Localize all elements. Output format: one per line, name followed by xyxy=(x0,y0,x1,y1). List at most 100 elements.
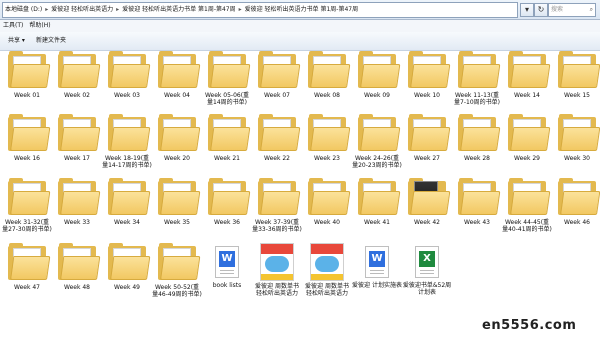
folder-item[interactable]: Week 11-13(重量7-10周的书单) xyxy=(452,50,502,106)
item-label: Week 04 xyxy=(164,92,190,99)
folder-item[interactable]: Week 44-45(重量40-41周的书单) xyxy=(502,177,552,233)
folder-item[interactable]: Week 48 xyxy=(52,242,102,291)
folder-icon xyxy=(256,177,301,217)
folder-item[interactable]: Week 04 xyxy=(152,50,202,99)
folder-item[interactable]: Week 18-19(重量14-17周的书单) xyxy=(102,113,152,169)
folder-item[interactable]: Week 01 xyxy=(2,50,52,99)
breadcrumb[interactable]: 本地磁盘 (D:) ▸ 爱彼迎 轻松听出英语力 ▸ 爱彼迎 轻松听出英语力书单 第1周-… xyxy=(2,2,518,18)
item-label: Week 16 xyxy=(14,155,40,162)
item-label: Week 10 xyxy=(414,92,440,99)
folder-item[interactable]: Week 40 xyxy=(302,177,352,226)
folder-item[interactable]: Week 22 xyxy=(252,113,302,162)
share-button[interactable]: 共享 ▾ xyxy=(8,32,25,50)
item-label: Week 49 xyxy=(114,284,140,291)
spreadsheet-file-item[interactable]: X 爱彼迎书单&52周计划表 xyxy=(402,242,452,296)
folder-item[interactable]: Week 23 xyxy=(302,113,352,162)
folder-icon xyxy=(106,242,151,282)
refresh-icon[interactable]: ↻ xyxy=(534,3,548,17)
folder-icon xyxy=(356,50,401,90)
folder-item[interactable]: Week 43 xyxy=(452,177,502,226)
folder-icon xyxy=(206,50,251,90)
image-file-item[interactable]: 爱彼迎 周数单书 轻松听出英语力 xyxy=(302,242,352,297)
item-label: Week 21 xyxy=(214,155,240,162)
item-label: Week 11-13(重量7-10周的书单) xyxy=(454,92,500,106)
folder-icon xyxy=(106,50,151,90)
folder-icon xyxy=(556,113,600,153)
folder-item[interactable]: Week 41 xyxy=(352,177,402,226)
folder-item[interactable]: Week 29 xyxy=(502,113,552,162)
folder-item[interactable]: Week 27 xyxy=(402,113,452,162)
folder-item[interactable]: Week 36 xyxy=(202,177,252,226)
folder-item[interactable]: Week 50-52(重量46-49周的书单) xyxy=(152,242,202,298)
folder-item[interactable]: Week 15 xyxy=(552,50,600,99)
item-label: Week 15 xyxy=(564,92,590,99)
search-input[interactable]: 搜索 ⌕ xyxy=(548,3,596,17)
breadcrumb-item[interactable]: 爱彼迎 轻松听出英语力书单 第1周-第47周 xyxy=(120,3,237,17)
folder-icon xyxy=(556,177,600,217)
folder-item[interactable]: Week 17 xyxy=(52,113,102,162)
item-label: Week 37-39(重量33-36周的书单) xyxy=(252,219,302,233)
folder-item[interactable]: Week 47 xyxy=(2,242,52,291)
new-folder-button[interactable]: 新建文件夹 xyxy=(36,32,66,50)
folder-item[interactable]: Week 46 xyxy=(552,177,600,226)
folder-item[interactable]: Week 31-32(重量27-30周的书单) xyxy=(2,177,52,233)
menu-item[interactable]: 帮助(H) xyxy=(26,20,53,32)
folder-icon xyxy=(56,177,101,217)
item-label: Week 17 xyxy=(64,155,90,162)
item-label: Week 30 xyxy=(564,155,590,162)
folder-item[interactable]: Week 42 xyxy=(402,177,452,226)
item-label: Week 50-52(重量46-49周的书单) xyxy=(152,284,202,298)
folder-item[interactable]: Week 49 xyxy=(102,242,152,291)
item-label: Week 05-06(重量14周的书单) xyxy=(204,92,250,106)
wps-document-icon: W xyxy=(365,246,389,278)
folder-item[interactable]: Week 28 xyxy=(452,113,502,162)
image-thumbnail-icon xyxy=(310,243,344,281)
item-label: Week 46 xyxy=(564,219,590,226)
folder-icon xyxy=(6,113,51,153)
item-label: Week 35 xyxy=(164,219,190,226)
folder-item[interactable]: Week 34 xyxy=(102,177,152,226)
folder-item[interactable]: Week 10 xyxy=(402,50,452,99)
folder-item[interactable]: Week 14 xyxy=(502,50,552,99)
folder-icon xyxy=(506,113,551,153)
folder-icon xyxy=(406,177,451,217)
search-icon: ⌕ xyxy=(589,6,593,13)
breadcrumb-item[interactable]: 爱彼迎 轻松听出英语力书单 第1周-第47周 xyxy=(243,3,360,17)
folder-item[interactable]: Week 33 xyxy=(52,177,102,226)
menu-item[interactable]: 工具(T) xyxy=(0,20,26,32)
folder-icon xyxy=(556,50,600,90)
folder-item[interactable]: Week 16 xyxy=(2,113,52,162)
folder-icon xyxy=(156,242,201,282)
folder-icon xyxy=(406,113,451,153)
breadcrumb-item[interactable]: 爱彼迎 轻松听出英语力 xyxy=(49,3,115,17)
folder-icon xyxy=(256,50,301,90)
item-label: Week 23 xyxy=(314,155,340,162)
item-label: Week 44-45(重量40-41周的书单) xyxy=(502,219,552,233)
folder-item[interactable]: Week 09 xyxy=(352,50,402,99)
folder-item[interactable]: Week 21 xyxy=(202,113,252,162)
item-label: Week 07 xyxy=(264,92,290,99)
folder-item[interactable]: Week 35 xyxy=(152,177,202,226)
item-label: Week 14 xyxy=(514,92,540,99)
item-label: Week 09 xyxy=(364,92,390,99)
breadcrumb-item[interactable]: 本地磁盘 (D:) xyxy=(3,3,44,17)
folder-item[interactable]: Week 02 xyxy=(52,50,102,99)
folder-item[interactable]: Week 24-26(重量20-23周的书单) xyxy=(352,113,402,169)
folder-icon xyxy=(406,50,451,90)
folder-item[interactable]: Week 08 xyxy=(302,50,352,99)
folder-item[interactable]: Week 03 xyxy=(102,50,152,99)
item-label: Week 33 xyxy=(64,219,90,226)
item-label: Week 48 xyxy=(64,284,90,291)
folder-item[interactable]: Week 37-39(重量33-36周的书单) xyxy=(252,177,302,233)
folder-item[interactable]: Week 07 xyxy=(252,50,302,99)
dropdown-icon[interactable]: ▾ xyxy=(520,3,534,17)
image-thumbnail-icon xyxy=(260,243,294,281)
image-file-item[interactable]: 爱彼迎 周数单书 轻松听出英语力 xyxy=(252,242,302,297)
excel-icon: X xyxy=(415,246,439,278)
folder-item[interactable]: Week 05-06(重量14周的书单) xyxy=(202,50,252,106)
folder-icon xyxy=(456,50,501,90)
document-file-item[interactable]: Wbook lists xyxy=(202,242,252,289)
folder-item[interactable]: Week 30 xyxy=(552,113,600,162)
folder-item[interactable]: Week 20 xyxy=(152,113,202,162)
document-file-item[interactable]: W 爱彼迎 计划实施表 xyxy=(352,242,402,289)
